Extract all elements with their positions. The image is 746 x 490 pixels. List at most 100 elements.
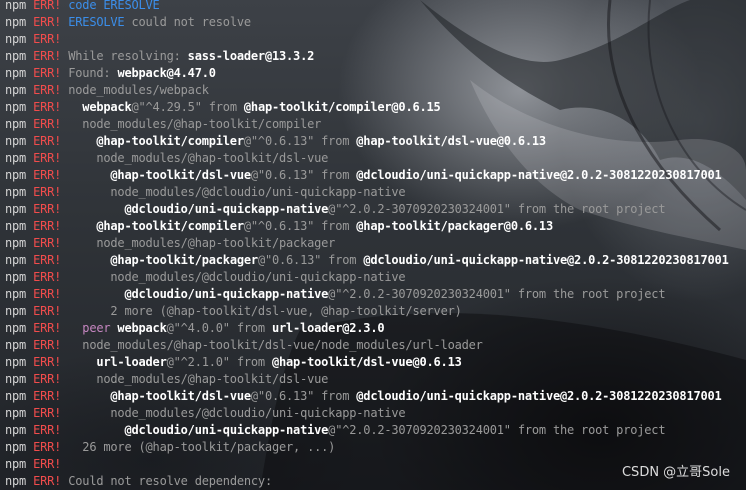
terminal-line: npm ERR! webpack@"^4.29.5" from @hap-too… [5, 99, 746, 116]
line-text: @"^2.0.2-3070920230324001" from the root… [328, 287, 666, 301]
line-text: node_modules/@hap-toolkit/compiler [82, 117, 322, 131]
terminal-line: npm ERR! @hap-toolkit/dsl-vue@"0.6.13" f… [5, 388, 746, 405]
npm-prefix: npm [5, 304, 27, 318]
terminal-line: npm ERR! @dcloudio/uni-quickapp-native@"… [5, 422, 746, 439]
npm-prefix: npm [5, 15, 27, 29]
err-prefix: ERR! [33, 15, 62, 29]
line-text: @"^2.1.0" from [166, 355, 272, 369]
npm-prefix: npm [5, 372, 27, 386]
line-text: sass-loader@13.3.2 [187, 49, 315, 63]
terminal-line: npm ERR! node_modules/@hap-toolkit/dsl-v… [5, 371, 746, 388]
err-prefix: ERR! [33, 423, 62, 437]
line-text: @"0.6.13" from [257, 253, 364, 267]
err-prefix: ERR! [33, 406, 62, 420]
err-prefix: ERR! [33, 236, 62, 250]
line-text: While resolving: [68, 49, 188, 63]
terminal-line: npm ERR! node_modules/@dcloudio/uni-quic… [5, 184, 746, 201]
terminal-line: npm ERR! Found: webpack@4.47.0 [5, 65, 746, 82]
line-text: @hap-toolkit/packager [110, 253, 258, 267]
npm-prefix: npm [5, 100, 27, 114]
npm-prefix: npm [5, 440, 27, 454]
err-prefix: ERR! [33, 185, 62, 199]
terminal-window[interactable]: npm ERR! code ERESOLVE npm ERR! ERESOLVE … [0, 0, 746, 490]
terminal-line: npm ERR! While resolving: sass-loader@13… [5, 48, 746, 65]
npm-prefix: npm [5, 219, 27, 233]
terminal-line: npm ERR! @hap-toolkit/packager@"0.6.13" … [5, 252, 746, 269]
terminal-line: npm ERR! node_modules/@hap-toolkit/compi… [5, 116, 746, 133]
err-prefix: ERR! [33, 100, 62, 114]
line-text: @hap-toolkit/dsl-vue@0.6.13 [271, 355, 462, 369]
line-text: ERESOLVE [68, 15, 125, 29]
err-prefix: ERR! [33, 83, 62, 97]
terminal-line: npm ERR! 26 more (@hap-toolkit/packager,… [5, 439, 746, 456]
err-prefix: ERR! [33, 32, 62, 46]
err-prefix: ERR! [33, 287, 62, 301]
line-text: @hap-toolkit/dsl-vue [110, 168, 251, 182]
terminal-line: npm ERR! node_modules/@hap-toolkit/packa… [5, 235, 746, 252]
line-text: @hap-toolkit/dsl-vue [110, 389, 251, 403]
line-text: 2 more (@hap-toolkit/dsl-vue, @hap-toolk… [110, 304, 462, 318]
line-text: node_modules/@dcloudio/uni-quickapp-nati… [110, 270, 406, 284]
terminal-line: npm ERR! code ERESOLVE [5, 0, 746, 14]
line-text: node_modules/@hap-toolkit/dsl-vue [96, 372, 329, 386]
npm-prefix: npm [5, 389, 27, 403]
line-text: @"0.6.13" from [250, 168, 357, 182]
err-prefix: ERR! [33, 49, 62, 63]
line-text: @"^4.0.0" from [166, 321, 272, 335]
line-text: @"^0.6.13" from [243, 219, 357, 233]
line-text: node_modules/@hap-toolkit/packager [96, 236, 336, 250]
line-text: @hap-toolkit/compiler [96, 134, 244, 148]
npm-prefix: npm [5, 406, 27, 420]
terminal-line: npm ERR! @dcloudio/uni-quickapp-native@"… [5, 201, 746, 218]
line-text: could not resolve [124, 15, 251, 29]
npm-prefix: npm [5, 202, 27, 216]
npm-prefix: npm [5, 134, 27, 148]
line-text: @dcloudio/uni-quickapp-native@2.0.2-3081… [363, 253, 729, 267]
terminal-line: npm ERR! node_modules/@hap-toolkit/dsl-v… [5, 337, 746, 354]
npm-prefix: npm [5, 287, 27, 301]
terminal-line: npm ERR! node_modules/@dcloudio/uni-quic… [5, 269, 746, 286]
npm-prefix: npm [5, 32, 27, 46]
line-text: Found: [68, 66, 118, 80]
err-prefix: ERR! [33, 304, 62, 318]
npm-prefix: npm [5, 253, 27, 267]
err-prefix: ERR! [33, 134, 62, 148]
err-prefix: ERR! [33, 355, 62, 369]
npm-prefix: npm [5, 168, 27, 182]
line-text: node_modules/@hap-toolkit/dsl-vue/node_m… [82, 338, 483, 352]
err-prefix: ERR! [33, 372, 62, 386]
line-text: node_modules/webpack [68, 83, 209, 97]
err-prefix: ERR! [33, 440, 62, 454]
err-prefix: ERR! [33, 66, 62, 80]
npm-prefix: npm [5, 474, 27, 488]
err-prefix: ERR! [33, 151, 62, 165]
line-text: code ERESOLVE [68, 0, 160, 12]
terminal-line: npm ERR! @hap-toolkit/dsl-vue@"0.6.13" f… [5, 167, 746, 184]
npm-prefix: npm [5, 457, 27, 471]
terminal-line: npm ERR! node_modules/webpack [5, 82, 746, 99]
line-text: 26 more (@hap-toolkit/packager, ...) [82, 440, 336, 454]
npm-prefix: npm [5, 151, 27, 165]
err-prefix: ERR! [33, 389, 62, 403]
terminal-line: npm ERR! peer webpack@"^4.0.0" from url-… [5, 320, 746, 337]
terminal-line: npm ERR! node_modules/@dcloudio/uni-quic… [5, 405, 746, 422]
line-text: webpack@4.47.0 [117, 66, 216, 80]
npm-prefix: npm [5, 423, 27, 437]
terminal-line: npm ERR! url-loader@"^2.1.0" from @hap-t… [5, 354, 746, 371]
line-text: @"0.6.13" from [250, 389, 357, 403]
npm-prefix: npm [5, 270, 27, 284]
line-text: @dcloudio/uni-quickapp-native [124, 202, 329, 216]
line-text: node_modules/@dcloudio/uni-quickapp-nati… [110, 185, 406, 199]
line-text: @hap-toolkit/compiler [96, 219, 244, 233]
err-prefix: ERR! [33, 474, 62, 488]
line-text: @hap-toolkit/packager@0.6.13 [356, 219, 553, 233]
line-text: @hap-toolkit/dsl-vue@0.6.13 [356, 134, 546, 148]
err-prefix: ERR! [33, 0, 62, 12]
err-prefix: ERR! [33, 270, 62, 284]
line-text: peer [82, 321, 118, 335]
err-prefix: ERR! [33, 321, 62, 335]
npm-prefix: npm [5, 185, 27, 199]
err-prefix: ERR! [33, 202, 62, 216]
npm-prefix: npm [5, 355, 27, 369]
terminal-line: npm ERR! [5, 31, 746, 48]
